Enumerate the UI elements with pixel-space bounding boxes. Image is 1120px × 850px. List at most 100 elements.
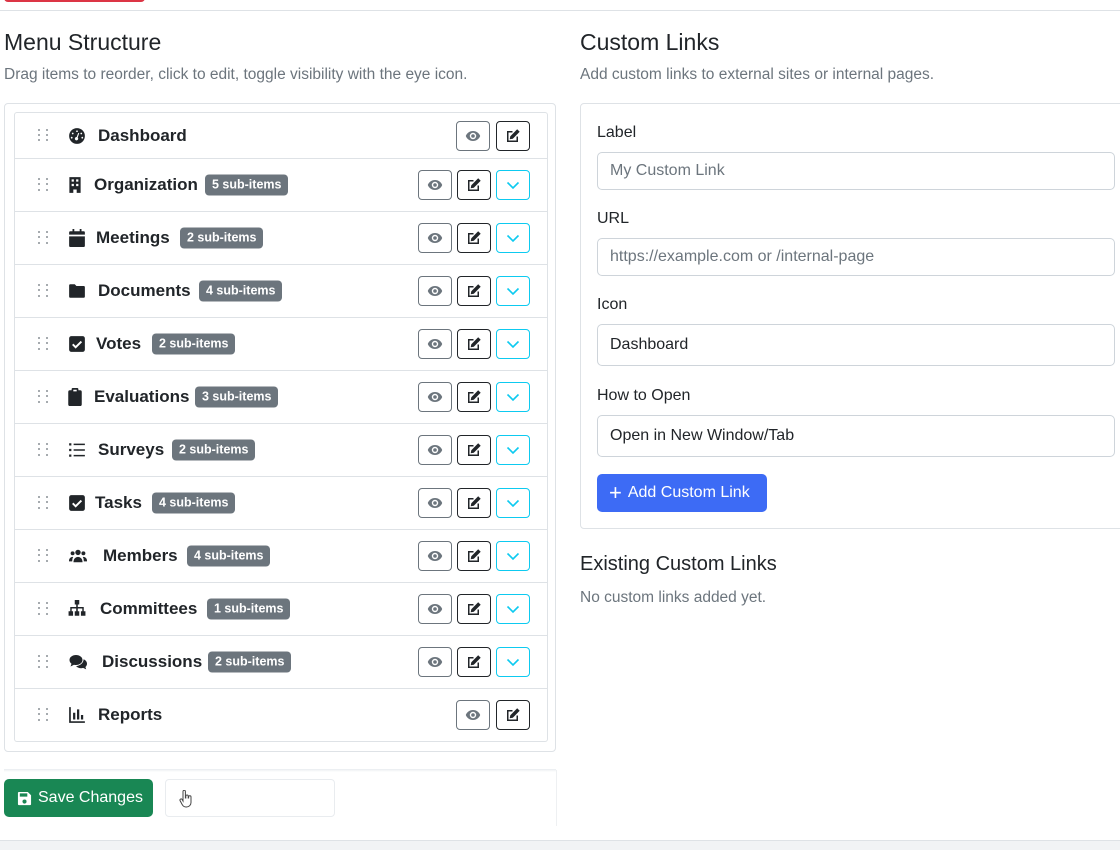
folder-icon <box>67 281 87 301</box>
menu-item-dashboard[interactable]: Dashboard <box>14 112 548 159</box>
menu-item-reports[interactable]: Reports <box>14 689 548 742</box>
expand-subitems-button[interactable] <box>496 435 530 465</box>
toggle-visibility-button[interactable] <box>418 223 452 253</box>
edit-item-button[interactable] <box>457 223 491 253</box>
expand-subitems-button[interactable] <box>496 541 530 571</box>
label-input-placeholder: My Custom Link <box>610 162 725 179</box>
expand-subitems-button[interactable] <box>496 382 530 412</box>
existing-links-empty: No custom links added yet. <box>580 589 767 606</box>
edit-item-button[interactable] <box>457 488 491 518</box>
drag-handle-icon[interactable] <box>38 708 50 722</box>
edit-icon <box>466 389 482 405</box>
expand-subitems-button[interactable] <box>496 223 530 253</box>
toggle-visibility-button[interactable] <box>456 700 490 730</box>
icon-field-label: Icon <box>597 296 628 313</box>
toggle-visibility-button[interactable] <box>418 170 452 200</box>
status-field[interactable] <box>165 779 335 817</box>
check-square-icon <box>67 493 87 513</box>
footer-divider-vertical <box>556 770 557 826</box>
hand-cursor-icon <box>179 790 192 808</box>
custom-links-subtitle: Add custom links to external sites or in… <box>580 66 935 83</box>
edit-icon <box>466 601 482 617</box>
toggle-visibility-button[interactable] <box>418 276 452 306</box>
dashboard-icon <box>67 126 87 146</box>
edit-item-button[interactable] <box>457 170 491 200</box>
footer-divider <box>4 769 556 772</box>
edit-item-button[interactable] <box>457 382 491 412</box>
menu-item-tasks[interactable]: Tasks 4 sub-items <box>14 477 548 530</box>
sitemap-icon <box>67 599 87 619</box>
toggle-visibility-button[interactable] <box>418 382 452 412</box>
save-changes-button[interactable]: Save Changes <box>4 779 153 817</box>
menu-item-meetings[interactable]: Meetings 2 sub-items <box>14 212 548 265</box>
drag-handle-icon[interactable] <box>38 337 50 351</box>
edit-icon <box>505 128 521 144</box>
plus-icon: + <box>609 480 622 505</box>
drag-handle-icon[interactable] <box>38 549 50 563</box>
menu-item-evaluations[interactable]: Evaluations 3 sub-items <box>14 371 548 424</box>
edit-icon <box>466 336 482 352</box>
drag-handle-icon[interactable] <box>38 231 50 245</box>
toggle-visibility-button[interactable] <box>418 647 452 677</box>
save-changes-label: Save Changes <box>38 789 143 806</box>
drag-handle-icon[interactable] <box>38 602 50 616</box>
menu-item-members[interactable]: Members 4 sub-items <box>14 530 548 583</box>
edit-item-button[interactable] <box>496 120 530 151</box>
edit-item-button[interactable] <box>457 276 491 306</box>
drag-handle-icon[interactable] <box>38 390 50 404</box>
eye-icon <box>427 336 443 352</box>
sub-items-badge: 2 sub-items <box>180 227 264 249</box>
menu-item-organization[interactable]: Organization 5 sub-items <box>14 159 548 212</box>
open-mode-select[interactable]: Open in New Window/Tab <box>597 415 1115 457</box>
expand-subitems-button[interactable] <box>496 329 530 359</box>
toggle-visibility-button[interactable] <box>418 541 452 571</box>
expand-subitems-button[interactable] <box>496 170 530 200</box>
toggle-visibility-button[interactable] <box>418 488 452 518</box>
toggle-visibility-button[interactable] <box>418 594 452 624</box>
edit-item-button[interactable] <box>457 594 491 624</box>
menu-item-label: Dashboard <box>98 125 187 145</box>
edit-item-button[interactable] <box>457 541 491 571</box>
drag-handle-icon[interactable] <box>38 496 50 510</box>
menu-item-label: Discussions <box>102 652 203 671</box>
toggle-visibility-button[interactable] <box>418 435 452 465</box>
toggle-visibility-button[interactable] <box>418 329 452 359</box>
edit-item-button[interactable] <box>496 700 530 730</box>
icon-select[interactable]: Dashboard <box>597 324 1115 366</box>
drag-handle-icon[interactable] <box>38 178 50 192</box>
expand-subitems-button[interactable] <box>496 647 530 677</box>
edit-item-button[interactable] <box>457 329 491 359</box>
drag-handle-icon[interactable] <box>38 128 50 143</box>
expand-subitems-button[interactable] <box>496 488 530 518</box>
sub-items-badge: 5 sub-items <box>205 174 289 196</box>
edit-item-button[interactable] <box>457 647 491 677</box>
menu-structure-header: Menu Structure Drag items to reorder, cl… <box>4 28 556 85</box>
drag-handle-icon[interactable] <box>38 655 50 669</box>
eye-icon <box>427 548 443 564</box>
chevron-down-icon <box>505 601 521 617</box>
label-input[interactable]: My Custom Link <box>597 152 1115 190</box>
danger-button-edge[interactable] <box>4 0 145 2</box>
toggle-visibility-button[interactable] <box>456 120 490 151</box>
url-input-placeholder: https://example.com or /internal-page <box>610 248 875 265</box>
edit-item-button[interactable] <box>457 435 491 465</box>
url-input[interactable]: https://example.com or /internal-page <box>597 238 1115 276</box>
chart-icon <box>67 705 87 725</box>
menu-item-label: Meetings <box>96 228 170 247</box>
menu-item-discussions[interactable]: Discussions 2 sub-items <box>14 636 548 689</box>
add-custom-link-button[interactable]: + Add Custom Link <box>597 474 767 512</box>
expand-subitems-button[interactable] <box>496 276 530 306</box>
sub-items-badge: 2 sub-items <box>208 651 292 673</box>
eye-icon <box>427 495 443 511</box>
drag-handle-icon[interactable] <box>38 284 50 298</box>
eye-icon <box>427 442 443 458</box>
sub-items-badge: 2 sub-items <box>172 439 256 461</box>
label-field-label: Label <box>597 124 637 141</box>
drag-handle-icon[interactable] <box>38 443 50 457</box>
menu-item-documents[interactable]: Documents 4 sub-items <box>14 265 548 318</box>
expand-subitems-button[interactable] <box>496 594 530 624</box>
menu-item-votes[interactable]: Votes 2 sub-items <box>14 318 548 371</box>
users-icon <box>68 546 88 566</box>
menu-item-committees[interactable]: Committees 1 sub-items <box>14 583 548 636</box>
menu-item-surveys[interactable]: Surveys 2 sub-items <box>14 424 548 477</box>
